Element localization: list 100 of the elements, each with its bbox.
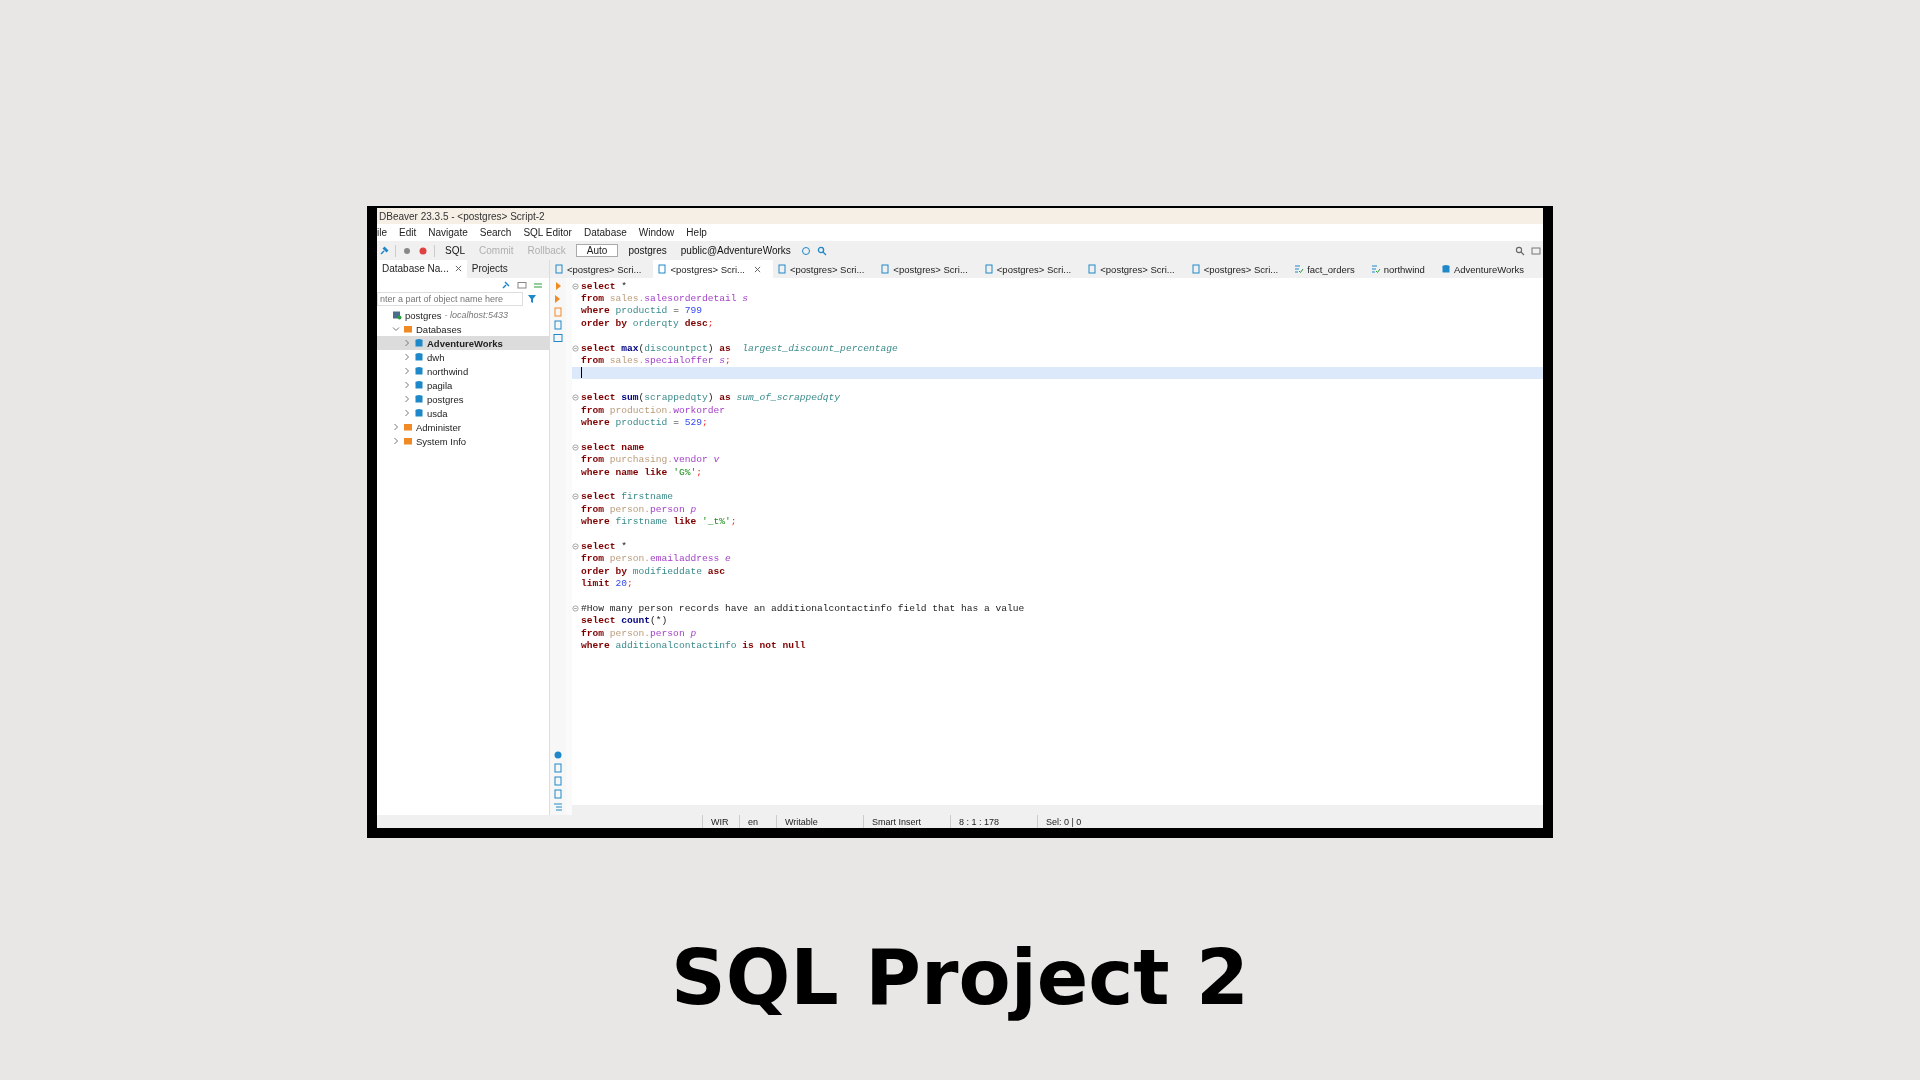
editor-tab[interactable]: AdventureWorks (1436, 260, 1536, 278)
menu-item[interactable]: Database (583, 227, 627, 238)
code-text: from production.workorder (581, 404, 725, 416)
status-item: Writable (776, 815, 863, 828)
editor-tab[interactable]: northwind (1366, 260, 1437, 278)
slide-title: SQL Project 2 (671, 933, 1249, 1022)
tree-item[interactable]: AdventureWorks (377, 336, 549, 350)
code-text: limit 20; (581, 578, 633, 590)
commit-mode-field[interactable]: Auto (575, 244, 619, 257)
code-text: from person.emailaddress e (581, 553, 731, 565)
database-icon (414, 394, 424, 404)
code-text: where productid = 799 (581, 305, 702, 317)
clock-icon[interactable] (800, 245, 811, 256)
filter-icon[interactable] (527, 294, 537, 304)
code-text: from purchasing.vendor v (581, 454, 720, 466)
tree-item[interactable]: usda (377, 406, 549, 420)
code-text: #How many person records have an additionalcontactinfo field that has a value (581, 602, 1025, 614)
tree-item[interactable]: Databases (377, 322, 549, 336)
script-icon (983, 264, 994, 274)
scrollbar[interactable] (572, 805, 1543, 815)
fold-icon[interactable] (572, 344, 579, 352)
script-icon (657, 264, 668, 274)
code-text: select * (581, 540, 628, 552)
tree-item[interactable]: postgres - localhost:5433 (377, 308, 549, 322)
editor-tab[interactable]: <postgres> Scri... (653, 260, 773, 278)
fold-icon[interactable] (572, 542, 579, 550)
database-icon (414, 408, 424, 418)
editor-tab[interactable]: <postgres> Scri... (772, 260, 877, 278)
script-icon (880, 264, 891, 274)
database-icon (1440, 264, 1451, 274)
list-check-icon (1294, 264, 1305, 274)
editor-tab[interactable]: <postgres> Scri... (979, 260, 1084, 278)
code-text: from sales.salesorderdetail s (581, 293, 748, 305)
status-item: WIR (702, 815, 739, 828)
editor-tab[interactable]: <postgres> Scri... (1186, 260, 1291, 278)
close-icon[interactable] (454, 265, 462, 272)
code-text: select count(*) (581, 615, 668, 627)
tree-item[interactable]: northwind (377, 364, 549, 378)
window-title: DBeaver 23.3.5 - <postgres> Script-2 (378, 212, 545, 222)
search-icon[interactable] (1515, 245, 1525, 256)
code-text: select sum(scrappedqty) as sum_of_scrappedqty (581, 392, 841, 404)
database-icon (414, 352, 424, 362)
script-icon (1087, 264, 1098, 274)
menu-item[interactable]: Navigate (428, 227, 468, 238)
code-text: from sales.specialoffer s; (581, 355, 731, 367)
menu-item[interactable]: ile (377, 227, 387, 238)
fold-icon[interactable] (572, 443, 579, 451)
text-cursor (581, 367, 582, 379)
tree-item[interactable]: dwh (377, 350, 549, 364)
code-text: where productid = 529; (581, 417, 708, 428)
code-text: select firstname (581, 491, 674, 503)
fold-icon[interactable] (572, 394, 579, 402)
panel-tab[interactable]: Database Na... (377, 260, 467, 278)
list-check-icon (1370, 264, 1381, 274)
tree-item[interactable]: postgres (377, 392, 549, 406)
code-text: where name like 'G%'; (581, 466, 702, 478)
script-icon (1190, 264, 1201, 274)
code-text: from person.person p (581, 503, 697, 515)
editor-tab[interactable]: <postgres> Scri... (876, 260, 980, 278)
toolbar-button[interactable]: public@AdventureWorks (676, 245, 795, 256)
terminal-icon[interactable] (553, 333, 563, 343)
code-text: order by modifieddate asc (581, 565, 725, 577)
menu-item[interactable]: Help (686, 227, 707, 238)
stop-icon[interactable] (418, 245, 428, 256)
toolbar-button[interactable]: SQL (441, 245, 469, 256)
menu-item[interactable]: Edit (399, 227, 417, 238)
code-text: select max(discountpct) as largest_discount_percentage (581, 342, 898, 354)
code-text: order by orderqty desc; (581, 317, 714, 329)
database-icon (414, 338, 424, 348)
menu-item[interactable]: SQL Editor (523, 227, 572, 238)
toolbar-button[interactable]: postgres (624, 245, 671, 256)
tree-item[interactable]: pagila (377, 378, 549, 392)
database-icon (414, 380, 424, 390)
editor-tab[interactable]: fact_orders (1290, 260, 1367, 278)
status-item: en (739, 815, 776, 828)
code-text: where additionalcontactinfo is not null (581, 640, 806, 651)
code-text: select * (581, 280, 628, 292)
server-icon (392, 310, 402, 320)
tree-item[interactable]: System Info (377, 434, 549, 448)
fold-icon[interactable] (572, 282, 579, 290)
fold-icon[interactable] (572, 493, 579, 501)
code-text: where firstname like '_t%'; (581, 516, 737, 528)
script-icon (776, 264, 787, 274)
fold-icon[interactable] (572, 604, 579, 612)
menu-item[interactable]: Search (479, 227, 512, 238)
tree-item[interactable]: Administer (377, 420, 549, 434)
panel-tab[interactable]: Projects (466, 260, 513, 278)
editor-tab[interactable]: <postgres> Scri... (1083, 260, 1187, 278)
status-item: Smart Insert (863, 815, 950, 828)
search-field[interactable]: nter a part of object name here (377, 292, 523, 306)
close-icon[interactable] (753, 265, 761, 273)
database-icon (414, 366, 424, 376)
editor-tab[interactable]: <postgres> Scri... (550, 260, 654, 278)
status-item: 8 : 1 : 178 (950, 815, 1037, 828)
outline-icon[interactable] (553, 802, 563, 812)
menu-item[interactable]: Window (638, 227, 675, 238)
script-icon (554, 264, 564, 274)
code-text: from person.person p (581, 627, 697, 639)
search-icon[interactable] (816, 245, 827, 256)
status-item: Sel: 0 | 0 (1037, 815, 1114, 828)
